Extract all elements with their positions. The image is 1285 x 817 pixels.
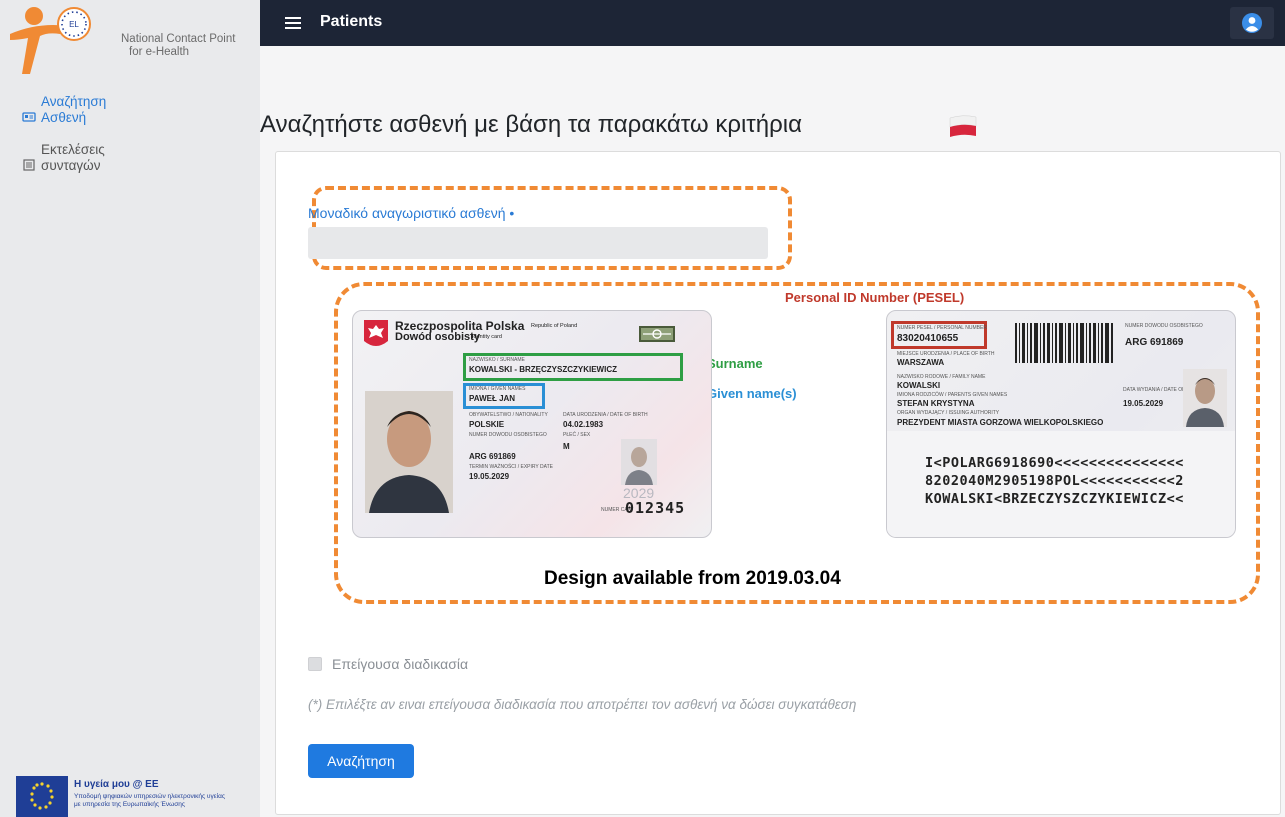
sidebar: EL National Contact Point for e-Health Α…: [0, 0, 260, 817]
card-sex: M: [563, 442, 570, 451]
back-authority: PREZYDENT MIASTA GORZOWA WIELKOPOLSKIEGO: [897, 418, 1104, 427]
logo-badge-text: EL: [69, 20, 79, 29]
field-caption: MIEJSCE URODZENIA / PLACE OF BIRTH: [897, 351, 995, 357]
card-given-name: PAWEŁ JAN: [469, 394, 516, 403]
mrz-line-1: I<POLARG6918690<<<<<<<<<<<<<<<: [925, 455, 1184, 471]
back-family-name: KOWALSKI: [897, 381, 941, 390]
search-card: Μοναδικό αναγωριστικό ασθενή • Personal …: [275, 151, 1281, 815]
sidebar-item-patient-search[interactable]: Αναζήτηση Ασθενή: [0, 94, 260, 142]
field-caption: DATA URODZENIA / DATE OF BIRTH: [563, 412, 648, 418]
back-issue-date: 19.05.2029: [1123, 399, 1164, 408]
card-country-en: Republic of Poland: [531, 323, 578, 329]
sidebar-item-label: Αναζήτηση Ασθενή: [41, 94, 107, 125]
mrz-line-2: 8202040M2905198POL<<<<<<<<<<<2: [925, 473, 1184, 489]
sidebar-item-prescriptions[interactable]: Εκτελέσεις συνταγών: [0, 142, 260, 190]
id-card-front-image: Rzeczpospolita Polska Republic of Poland…: [352, 310, 712, 538]
eu-footer: Η υγεία μου @ ΕΕ Υποδομή ψηφιακών υπηρεσ…: [16, 776, 260, 817]
surname-callout: Surname: [707, 356, 763, 371]
hamburger-icon[interactable]: [284, 14, 302, 32]
id-card-icon: [22, 112, 36, 122]
design-availability-note: Design available from 2019.03.04: [544, 568, 841, 589]
page-title: Αναζητήστε ασθενή με βάση τα παρακάτω κρ…: [260, 111, 802, 138]
footer-title: Η υγεία μου @ ΕΕ: [74, 779, 159, 790]
brand-name: National Contact Point for e-Health: [121, 33, 236, 58]
poland-flag-icon: [949, 115, 977, 137]
holder-photo: [365, 391, 453, 513]
emergency-label: Επείγουσα διαδικασία: [332, 656, 469, 672]
brand: EL National Contact Point for e-Health: [0, 0, 260, 82]
card-surname: KOWALSKI - BRZĘCZYSZCZYKIEWICZ: [469, 365, 617, 374]
field-caption: OBYWATELSTWO / NATIONALITY: [469, 412, 548, 418]
card-pesel: 83020410655: [897, 333, 959, 344]
list-icon: [23, 159, 35, 171]
back-card-number: ARG 691869: [1125, 337, 1184, 348]
field-caption: IMIONA / GIVEN NAMES: [469, 386, 526, 392]
mrz-line-3: KOWALSKI<BRZECZYSZCZYKIEWICZ<<: [925, 491, 1184, 507]
polish-eagle-icon: [364, 320, 388, 346]
card-number: ARG 691869: [469, 452, 516, 461]
back-holder-photo: [1183, 369, 1227, 427]
emergency-checkbox[interactable]: [308, 657, 322, 671]
patient-id-input[interactable]: [308, 227, 768, 259]
eu-flag-icon: [16, 776, 68, 817]
card-doc-type: Dowód osobisty: [395, 331, 480, 343]
user-menu-button[interactable]: [1230, 7, 1274, 39]
field-caption: PŁEĆ / SEX: [563, 432, 591, 438]
user-circle-icon: [1242, 13, 1262, 33]
emergency-note: (*) Επιλέξτε αν ειναι επείγουσα διαδικασ…: [308, 697, 857, 712]
chip-icon: [639, 326, 675, 342]
search-button[interactable]: Αναζήτηση: [308, 744, 414, 778]
id-card-back-image: NUMER PESEL / PERSONAL NUMBER 8302041065…: [886, 310, 1236, 538]
field-caption: NAZWISKO RODOWE / FAMILY NAME: [897, 374, 986, 380]
field-caption: NUMER PESEL / PERSONAL NUMBER: [897, 325, 987, 331]
field-caption: ORGAN WYDAJĄCY / ISSUING AUTHORITY: [897, 410, 1000, 416]
field-caption: NUMER DOWODU OSOBISTEGO: [1125, 323, 1203, 329]
card-nationality: POLSKIE: [469, 420, 505, 429]
back-birthplace: WARSZAWA: [897, 358, 945, 367]
ghost-photo: [621, 439, 657, 485]
card-expiry: 19.05.2029: [469, 472, 510, 481]
main-content: Αναζητήστε ασθενή με βάση τα παρακάτω κρ…: [260, 61, 1285, 817]
field-caption: NAZWISKO / SURNAME: [469, 357, 525, 363]
barcode: [1015, 323, 1113, 363]
card-doc-type-en: Identity card: [472, 334, 502, 340]
emergency-row: Επείγουσα διαδικασία: [308, 656, 468, 672]
card-can: 012345: [625, 499, 686, 517]
topbar-title: Patients: [320, 13, 383, 30]
footer-subtitle: Υποδομή ψηφιακών υπηρεσιών ηλεκτρονικής …: [74, 793, 225, 808]
sidebar-nav: Αναζήτηση Ασθενή Εκτελέσεις συνταγών: [0, 94, 260, 190]
pesel-callout: Personal ID Number (PESEL): [785, 290, 965, 305]
card-dob: 04.02.1983: [563, 420, 604, 429]
given-name-callout: Given name(s): [707, 386, 797, 401]
back-parents: STEFAN KRYSTYNA: [897, 399, 975, 408]
ncp-logo: EL: [10, 7, 91, 74]
sidebar-item-label: Εκτελέσεις συνταγών: [41, 142, 105, 173]
field-caption: IMIONA RODZICÓW / PARENTS GIVEN NAMES: [897, 392, 1008, 398]
patient-id-label: Μοναδικό αναγωριστικό ασθενή •: [308, 205, 515, 221]
field-caption: NUMER DOWODU OSOBISTEGO: [469, 432, 547, 438]
topbar: Patients: [260, 0, 1285, 61]
topbar-inner: Patients: [260, 0, 1285, 46]
field-caption: TERMIN WAŻNOŚCI / EXPIRY DATE: [469, 464, 553, 470]
